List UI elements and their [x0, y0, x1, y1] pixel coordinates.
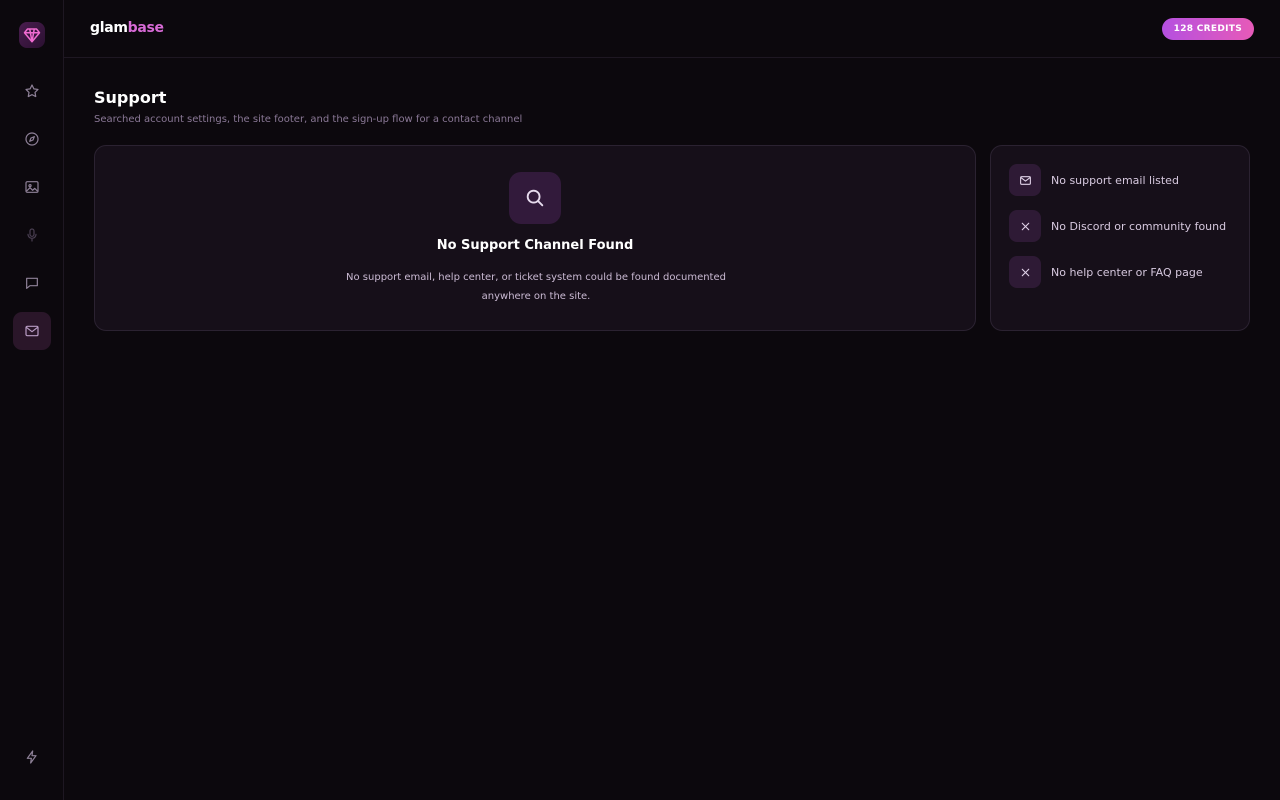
finding-icon-tile [1009, 210, 1041, 242]
credits-badge[interactable]: 128 CREDITS [1161, 18, 1254, 40]
empty-state-icon-tile [509, 172, 561, 224]
star-icon [25, 84, 39, 98]
brand-wordmark[interactable]: glambase [90, 20, 164, 36]
empty-state-title: No Support Channel Found [436, 238, 634, 253]
mail-icon [1019, 175, 1031, 185]
sidebar-item-voice[interactable] [13, 216, 51, 254]
app-logo[interactable] [19, 22, 45, 48]
x-icon [1021, 268, 1029, 276]
finding-label: No support email listed [1051, 173, 1179, 187]
finding-item: No Discord or community found [1009, 210, 1226, 242]
search-icon [526, 189, 544, 207]
empty-state-description: No support email, help center, or ticket… [346, 272, 726, 302]
x-icon [1021, 222, 1029, 230]
diamond-heart-icon [23, 28, 41, 43]
finding-label: No Discord or community found [1051, 219, 1227, 233]
mail-icon [25, 325, 39, 337]
sidebar-item-gallery[interactable] [13, 168, 51, 206]
finding-icon-tile [1009, 164, 1041, 196]
sidebar-item-explore[interactable] [13, 120, 51, 158]
page-title: Support [94, 88, 167, 107]
sidebar-item-chat[interactable] [13, 264, 51, 302]
compass-icon [25, 132, 39, 146]
sidebar [0, 0, 64, 800]
lightning-icon [26, 750, 37, 764]
finding-item: No support email listed [1009, 164, 1179, 196]
chat-icon [26, 277, 38, 289]
sidebar-item-favorites[interactable] [13, 72, 51, 110]
finding-item: No help center or FAQ page [1009, 256, 1203, 288]
image-icon [25, 181, 39, 193]
finding-label: No help center or FAQ page [1051, 265, 1203, 279]
findings-card: No support email listed No Discord or co… [990, 145, 1250, 331]
top-header: glambase 128 CREDITS [64, 0, 1280, 58]
finding-icon-tile [1009, 256, 1041, 288]
sidebar-item-support[interactable] [13, 312, 51, 350]
empty-state-card: No Support Channel Found No support emai… [94, 145, 976, 331]
microphone-icon [27, 228, 37, 242]
brand-part-2: base [127, 20, 164, 36]
page-subtitle: Searched account settings, the site foot… [94, 114, 523, 125]
sidebar-item-boost[interactable] [13, 738, 51, 776]
brand-part-1: glam [90, 20, 128, 36]
